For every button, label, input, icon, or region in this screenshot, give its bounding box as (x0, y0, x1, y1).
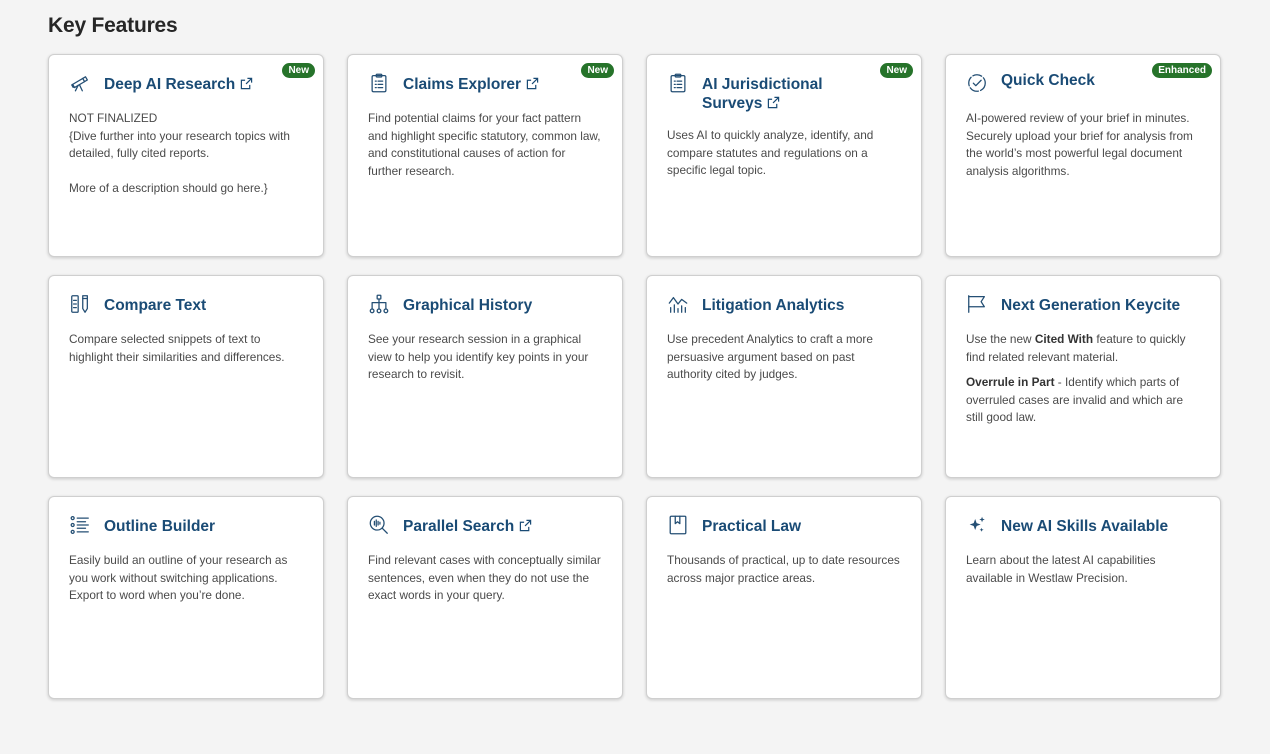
new-badge: New (282, 63, 315, 78)
card-title: Outline Builder (104, 518, 216, 535)
card-description: Use the new Cited With feature to quickl… (966, 331, 1200, 427)
card-outline-builder[interactable]: Outline Builder Easily build an outline … (48, 496, 324, 699)
new-badge: New (880, 63, 913, 78)
card-new-ai-skills[interactable]: New AI Skills Available Learn about the … (945, 496, 1221, 699)
external-link-icon (240, 77, 253, 90)
telescope-icon (69, 72, 93, 96)
external-link-icon (767, 96, 780, 109)
description-text: Find potential claims for your fact patt… (368, 111, 601, 178)
card-description: See your research session in a graphical… (368, 331, 602, 384)
card-litigation-analytics[interactable]: Litigation Analytics Use precedent Analy… (646, 275, 922, 478)
section-title: Key Features (48, 14, 178, 37)
card-practical-law[interactable]: Practical Law Thousands of practical, up… (646, 496, 922, 699)
card-next-generation-keycite[interactable]: Next Generation Keycite Use the new Cite… (945, 275, 1221, 478)
search-waveform-icon (368, 514, 392, 538)
card-description: Compare selected snippets of text to hig… (69, 331, 303, 366)
clipboard-list-icon (368, 72, 392, 96)
card-title: Parallel Search (403, 517, 532, 536)
description-text: Easily build an outline of your research… (69, 553, 288, 603)
description-text: Uses AI to quickly analyze, identify, an… (667, 128, 874, 178)
card-description: AI-powered review of your brief in minut… (966, 110, 1200, 180)
description-text: Overrule in Part - Identify which parts … (966, 375, 1184, 425)
card-parallel-search[interactable]: Parallel Search Find relevant cases with… (347, 496, 623, 699)
description-text: Thousands of practical, up to date resou… (667, 553, 900, 585)
list-outline-icon (69, 514, 93, 538)
card-title: Next Generation Keycite (1001, 297, 1181, 314)
card-description: Uses AI to quickly analyze, identify, an… (667, 127, 901, 180)
description-text: AI-powered review of your brief in minut… (966, 111, 1193, 178)
feature-card-grid: New Deep AI Research NOT FINALIZED {Dive… (48, 54, 1221, 699)
hierarchy-icon (368, 293, 392, 317)
external-link-icon (526, 77, 539, 90)
flag-icon (966, 293, 990, 317)
card-title: Claims Explorer (403, 75, 539, 94)
enhanced-badge: Enhanced (1152, 63, 1212, 78)
description-text: Use precedent Analytics to craft a more … (667, 332, 873, 382)
external-link-icon (519, 519, 532, 532)
card-title: Litigation Analytics (702, 297, 845, 314)
check-circle-dashed-icon (966, 72, 990, 96)
card-quick-check[interactable]: Enhanced Quick Check AI-powered review o… (945, 54, 1221, 257)
card-title: AI Jurisdictional Surveys (702, 76, 823, 112)
compare-columns-icon (69, 293, 93, 317)
description-text: Compare selected snippets of text to hig… (69, 332, 285, 364)
sparkle-icon (966, 514, 990, 538)
status-note: NOT FINALIZED (69, 111, 158, 125)
clipboard-list-icon (667, 72, 691, 96)
card-title: Practical Law (702, 518, 802, 535)
card-title: Quick Check (1001, 72, 1095, 89)
description-text: More of a description should go here.} (69, 180, 268, 195)
bookmark-book-icon (667, 514, 691, 538)
description-text: Find relevant cases with conceptually si… (368, 553, 601, 603)
description-text: {Dive further into your research topics … (69, 128, 290, 161)
card-graphical-history[interactable]: Graphical History See your research sess… (347, 275, 623, 478)
description-text: Learn about the latest AI capabilities a… (966, 553, 1156, 585)
card-deep-ai-research[interactable]: New Deep AI Research NOT FINALIZED {Dive… (48, 54, 324, 257)
card-title: Graphical History (403, 297, 533, 314)
card-description: NOT FINALIZED {Dive further into your re… (69, 110, 303, 197)
card-description: Easily build an outline of your research… (69, 552, 303, 605)
analytics-chart-icon (667, 293, 691, 317)
card-ai-jurisdictional-surveys[interactable]: New AI Jurisdictional Surveys Uses AI to… (646, 54, 922, 257)
card-title: Deep AI Research (104, 75, 253, 94)
card-compare-text[interactable]: Compare Text Compare selected snippets o… (48, 275, 324, 478)
key-features-page: Key Features New Deep AI Research NOT FI… (0, 0, 1270, 754)
description-text: See your research session in a graphical… (368, 332, 589, 382)
card-description: Learn about the latest AI capabilities a… (966, 552, 1200, 587)
description-text: Use the new Cited With feature to quickl… (966, 332, 1186, 364)
card-description: Find relevant cases with conceptually si… (368, 552, 602, 605)
card-description: Use precedent Analytics to craft a more … (667, 331, 901, 384)
card-claims-explorer[interactable]: New Claims Explorer Find potential claim… (347, 54, 623, 257)
card-description: Find potential claims for your fact patt… (368, 110, 602, 180)
card-title: New AI Skills Available (1001, 518, 1169, 535)
new-badge: New (581, 63, 614, 78)
card-description: Thousands of practical, up to date resou… (667, 552, 901, 587)
card-title: Compare Text (104, 297, 207, 314)
